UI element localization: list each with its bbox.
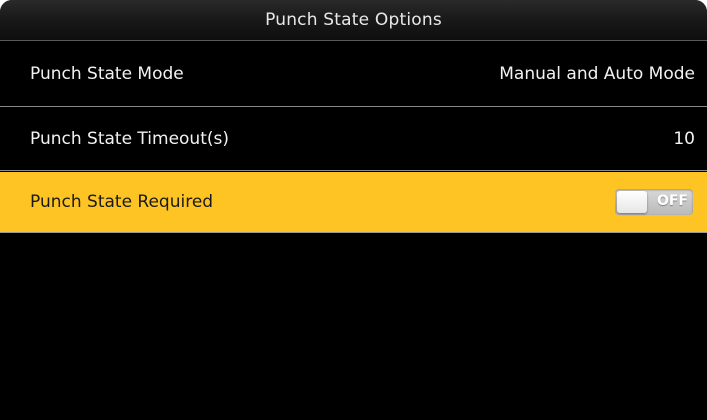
punch-state-required-label: Punch State Required: [30, 192, 214, 212]
page-title: Punch State Options: [265, 10, 442, 30]
title-bar: Punch State Options: [0, 0, 707, 41]
punch-state-timeout-row[interactable]: Punch State Timeout(s) 10: [0, 108, 707, 171]
punch-state-mode-row[interactable]: Punch State Mode Manual and Auto Mode: [0, 41, 707, 107]
punch-state-required-row[interactable]: Punch State Required OFF: [0, 172, 707, 233]
punch-state-timeout-value: 10: [673, 129, 695, 149]
punch-state-timeout-label: Punch State Timeout(s): [30, 129, 229, 149]
punch-state-required-toggle[interactable]: OFF: [615, 189, 693, 215]
punch-state-mode-label: Punch State Mode: [30, 63, 184, 84]
toggle-off-label: OFF: [656, 193, 688, 209]
toggle-knob: [617, 191, 647, 213]
device-screen: Punch State Options Punch State Mode Man…: [0, 0, 707, 420]
punch-state-mode-value: Manual and Auto Mode: [499, 63, 695, 84]
